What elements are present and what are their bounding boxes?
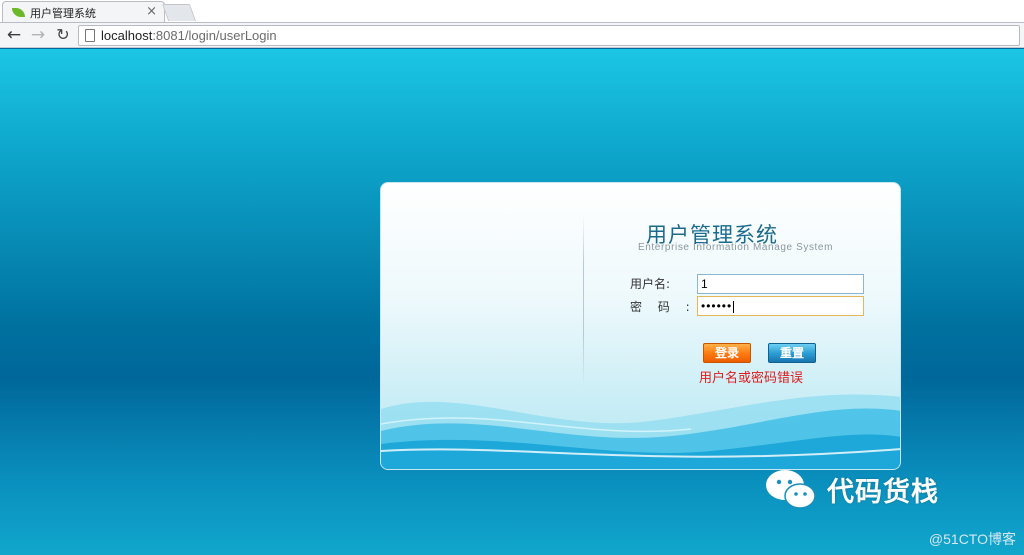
wechat-icon	[766, 470, 816, 509]
text-caret	[733, 300, 735, 313]
username-input[interactable]: 1	[697, 274, 864, 294]
new-tab-button[interactable]	[161, 4, 197, 21]
url-host: localhost	[101, 28, 153, 43]
page-icon	[85, 29, 95, 42]
system-subtitle: Enterprise Information Manage System	[638, 242, 834, 253]
error-message: 用户名或密码错误	[699, 371, 804, 386]
url-path: :8081/login/userLogin	[152, 28, 277, 43]
panel-divider	[583, 215, 584, 387]
address-bar[interactable]: localhost:8081/login/userLogin	[78, 25, 1020, 46]
login-panel: 用户管理系统 Enterprise Information Manage Sys…	[380, 182, 901, 470]
browser-tab[interactable]: 用户管理系统 ×	[2, 1, 165, 23]
password-input[interactable]: ••••••	[697, 296, 864, 316]
tab-title: 用户管理系统	[30, 6, 96, 20]
password-label: 密 码 :	[630, 300, 696, 314]
username-label: 用户名:	[630, 277, 671, 291]
watermark-text: 代码货栈	[827, 476, 939, 508]
watermark: 代码货栈	[765, 467, 939, 511]
browser-toolbar: ← → ↻ localhost:8081/login/userLogin	[0, 22, 1024, 48]
close-icon[interactable]: ×	[146, 4, 157, 19]
login-button[interactable]: 登录	[703, 343, 751, 363]
reset-button[interactable]: 重置	[768, 343, 816, 363]
back-icon[interactable]: ←	[4, 25, 24, 45]
leaf-icon	[12, 8, 25, 17]
corner-watermark: @51CTO博客	[928, 531, 1016, 547]
browser-tabstrip: 用户管理系统 ×	[0, 0, 1024, 23]
url-text: localhost:8081/login/userLogin	[101, 28, 277, 43]
page-background: 用户管理系统 Enterprise Information Manage Sys…	[0, 49, 1024, 555]
reload-icon[interactable]: ↻	[53, 25, 73, 45]
username-value: 1	[701, 277, 708, 291]
password-value: ••••••	[701, 299, 733, 313]
wave-decoration	[381, 394, 900, 469]
forward-icon[interactable]: →	[28, 25, 48, 45]
